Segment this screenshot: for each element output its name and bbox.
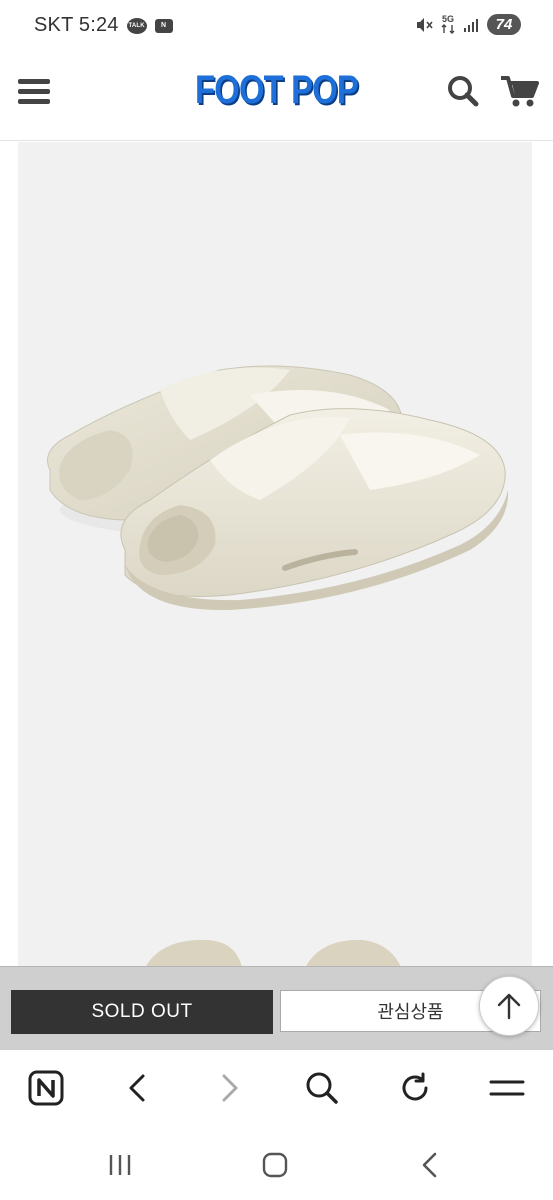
system-navigation <box>0 1126 553 1200</box>
search-icon[interactable] <box>446 74 480 108</box>
status-left: SKT 5:24 TALK N <box>34 14 173 37</box>
recents-icon[interactable] <box>100 1148 140 1182</box>
site-header: FOOT POP <box>0 52 553 141</box>
browser-toolbar <box>0 1050 553 1126</box>
scroll-top-button[interactable] <box>479 976 539 1036</box>
search-icon[interactable] <box>302 1068 342 1108</box>
status-right: 5G 74 <box>415 14 521 35</box>
forward-icon[interactable] <box>210 1068 250 1108</box>
back-icon[interactable] <box>117 1068 157 1108</box>
home-icon[interactable] <box>255 1148 295 1182</box>
network-icon: 5G <box>441 15 455 34</box>
status-bar: SKT 5:24 TALK N 5G 74 <box>0 0 553 52</box>
back-icon[interactable] <box>410 1148 450 1182</box>
sold-out-button[interactable]: SOLD OUT <box>11 990 273 1034</box>
naver-notification-icon: N <box>154 18 173 33</box>
sandal-image <box>47 365 509 611</box>
purchase-action-bar: SOLD OUT 관심상품 <box>0 966 553 1051</box>
talk-icon: TALK <box>126 17 147 34</box>
site-logo[interactable]: FOOT POP <box>50 68 503 113</box>
menu-icon[interactable] <box>18 79 50 105</box>
refresh-icon[interactable] <box>395 1068 435 1108</box>
naver-icon[interactable] <box>26 1068 66 1108</box>
battery-indicator: 74 <box>487 14 521 35</box>
carrier-time: SKT 5:24 <box>34 14 119 36</box>
arrow-up-icon <box>497 993 521 1020</box>
signal-icon <box>463 17 479 33</box>
cart-icon[interactable] <box>500 74 540 108</box>
network-label: 5G <box>441 14 454 24</box>
menu-icon[interactable] <box>487 1068 527 1108</box>
mute-icon <box>415 17 433 33</box>
